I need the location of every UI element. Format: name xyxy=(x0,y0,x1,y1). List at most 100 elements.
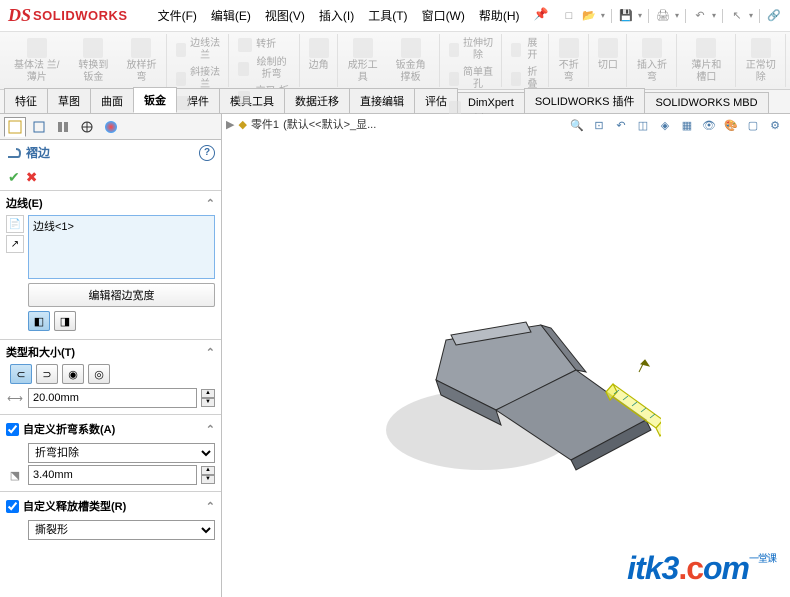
collapse-icon[interactable]: ⌃ xyxy=(206,423,215,436)
hem-type-rolled-icon[interactable]: ◎ xyxy=(88,364,110,384)
tab-datamigration[interactable]: 数据迁移 xyxy=(284,88,350,113)
ribbon-rip[interactable]: 切口 xyxy=(594,36,622,74)
ribbon-normal-cut[interactable]: 正常切 除 xyxy=(741,36,781,86)
ribbon-corner[interactable]: 边角 xyxy=(305,36,333,74)
menu-file[interactable]: 文件(F) xyxy=(152,3,203,28)
panel-tab-config-icon[interactable] xyxy=(52,117,74,137)
tab-features[interactable]: 特征 xyxy=(4,88,48,113)
spin-down[interactable]: ▼ xyxy=(201,398,215,407)
section-edges-title: 边线(E) xyxy=(6,195,43,211)
tab-dimxpert[interactable]: DimXpert xyxy=(457,92,525,113)
ribbon-jog[interactable]: 转折 xyxy=(234,36,294,54)
ribbon-base-flange[interactable]: 基体法 兰/薄片 xyxy=(8,36,66,86)
section-bend-title: 自定义折弯系数(A) xyxy=(23,421,115,437)
feature-title: 褶边 xyxy=(26,144,50,161)
zoom-fit-icon[interactable]: 🔍 xyxy=(568,116,586,134)
bend-type-select[interactable]: 折弯扣除 xyxy=(28,443,215,463)
tab-swmbd[interactable]: SOLIDWORKS MBD xyxy=(644,92,768,113)
panel-tab-appearance-icon[interactable] xyxy=(100,117,122,137)
custom-relief-checkbox[interactable] xyxy=(6,500,19,513)
collapse-icon[interactable]: ⌃ xyxy=(206,197,215,210)
new-icon[interactable]: □ xyxy=(561,8,577,24)
hem-type-closed-icon[interactable]: ⊂ xyxy=(10,364,32,384)
section-view-icon[interactable]: ◫ xyxy=(634,116,652,134)
view-settings-icon[interactable]: ⚙ xyxy=(766,116,784,134)
bend-value-input[interactable] xyxy=(28,465,197,485)
tab-sheetmetal[interactable]: 钣金 xyxy=(133,87,177,113)
help-icon[interactable]: ? xyxy=(199,145,215,161)
confirm-button[interactable]: ✔ xyxy=(8,169,20,186)
cancel-button[interactable]: ✖ xyxy=(26,169,38,186)
edges-listbox[interactable]: 边线<1> xyxy=(28,215,215,279)
model-preview xyxy=(351,260,661,500)
spin-up[interactable]: ▲ xyxy=(201,466,215,475)
undo-icon[interactable]: ↶ xyxy=(692,8,708,24)
ribbon-convert-sheetmetal[interactable]: 转换到 钣金 xyxy=(70,36,118,86)
feature-title-row: 褶边 ? xyxy=(0,140,221,165)
watermark: itk3.com一堂课 xyxy=(627,550,776,587)
breadcrumb-part[interactable]: 零件1 xyxy=(251,116,279,132)
material-inside-icon[interactable]: ◧ xyxy=(28,311,50,331)
ribbon-insert-bends[interactable]: 插入折 弯 xyxy=(632,36,672,86)
edge-item[interactable]: 边线<1> xyxy=(33,218,210,234)
bend-deduction-icon: ⬔ xyxy=(6,466,24,484)
custom-bend-checkbox[interactable] xyxy=(6,423,19,436)
tab-surface[interactable]: 曲面 xyxy=(90,88,134,113)
hem-type-open-icon[interactable]: ⊃ xyxy=(36,364,58,384)
edit-hem-width-button[interactable]: 编辑褶边宽度 xyxy=(28,283,215,307)
spin-down[interactable]: ▼ xyxy=(201,475,215,484)
menu-pin-icon[interactable]: 📌 xyxy=(528,3,555,28)
hide-show-icon[interactable]: 👁 xyxy=(700,116,718,134)
graphics-viewport[interactable]: ▶ ◆ 零件1 (默认<<默认>_显... 🔍 ⊡ ↶ ◫ ◈ ▦ 👁 🎨 ▢ … xyxy=(222,114,790,597)
ribbon-tab-slot[interactable]: 薄片和 槽口 xyxy=(682,36,730,86)
reverse-direction-icon[interactable]: ↗ xyxy=(6,235,24,253)
tab-swaddins[interactable]: SOLIDWORKS 插件 xyxy=(524,88,646,113)
tab-directedit[interactable]: 直接编辑 xyxy=(349,88,415,113)
breadcrumb-config[interactable]: (默认<<默认>_显... xyxy=(283,116,376,132)
length-input[interactable] xyxy=(28,388,197,408)
breadcrumb-arrow-icon[interactable]: ▶ xyxy=(226,118,234,131)
ribbon-sketched-bend[interactable]: 绘制的折弯 xyxy=(234,55,294,83)
rebuild-icon[interactable]: 🔗 xyxy=(766,8,782,24)
ribbon-lofted-bend[interactable]: 放样折 弯 xyxy=(121,36,161,86)
panel-tab-dimxpert-icon[interactable] xyxy=(76,117,98,137)
property-manager: 褶边 ? ✔ ✖ 边线(E) ⌃ 📄 ↗ 边线<1> 编辑褶边宽度 ◧ xyxy=(0,114,222,597)
menu-insert[interactable]: 插入(I) xyxy=(313,3,360,28)
save-icon[interactable]: 💾 xyxy=(618,8,634,24)
print-icon[interactable]: 🖨 xyxy=(655,8,671,24)
app-logo: DS SOLIDWORKS xyxy=(0,5,136,26)
ribbon-forming-tool[interactable]: 成形工 具 xyxy=(343,36,383,86)
view-orientation-icon[interactable]: ◈ xyxy=(656,116,674,134)
edge-select-icon[interactable]: 📄 xyxy=(6,215,24,233)
menu-edit[interactable]: 编辑(E) xyxy=(205,3,257,28)
relief-type-select[interactable]: 撕裂形 xyxy=(28,520,215,540)
ribbon-gusset[interactable]: 钣金角 撑板 xyxy=(387,36,435,86)
spin-up[interactable]: ▲ xyxy=(201,389,215,398)
open-icon[interactable]: 📂 xyxy=(581,8,597,24)
panel-tab-property-icon[interactable] xyxy=(28,117,50,137)
scene-icon[interactable]: ▢ xyxy=(744,116,762,134)
hem-feature-icon xyxy=(6,145,22,161)
display-style-icon[interactable]: ▦ xyxy=(678,116,696,134)
menu-window[interactable]: 窗口(W) xyxy=(416,3,471,28)
collapse-icon[interactable]: ⌃ xyxy=(206,500,215,513)
menu-tools[interactable]: 工具(T) xyxy=(362,3,413,28)
ribbon-unfold[interactable]: 展开 xyxy=(507,36,544,64)
appearance-icon[interactable]: 🎨 xyxy=(722,116,740,134)
menu-view[interactable]: 视图(V) xyxy=(259,3,311,28)
tab-mold[interactable]: 模具工具 xyxy=(219,88,285,113)
collapse-icon[interactable]: ⌃ xyxy=(206,346,215,359)
menu-help[interactable]: 帮助(H) xyxy=(473,3,526,28)
select-icon[interactable]: ↖ xyxy=(729,8,745,24)
menu-items: 文件(F) 编辑(E) 视图(V) 插入(I) 工具(T) 窗口(W) 帮助(H… xyxy=(152,3,555,28)
tab-sketch[interactable]: 草图 xyxy=(47,88,91,113)
ribbon-edge-flange[interactable]: 边线法兰 xyxy=(172,36,225,64)
ribbon-no-bends[interactable]: 不折弯 xyxy=(554,36,584,86)
command-tabs: 特征 草图 曲面 钣金 焊件 模具工具 数据迁移 直接编辑 评估 DimXper… xyxy=(0,90,790,114)
material-outside-icon[interactable]: ◨ xyxy=(54,311,76,331)
prev-view-icon[interactable]: ↶ xyxy=(612,116,630,134)
ribbon-extrude-cut[interactable]: 拉伸切除 xyxy=(445,36,498,64)
panel-tab-feature-tree-icon[interactable] xyxy=(4,117,26,137)
zoom-area-icon[interactable]: ⊡ xyxy=(590,116,608,134)
hem-type-teardrop-icon[interactable]: ◉ xyxy=(62,364,84,384)
